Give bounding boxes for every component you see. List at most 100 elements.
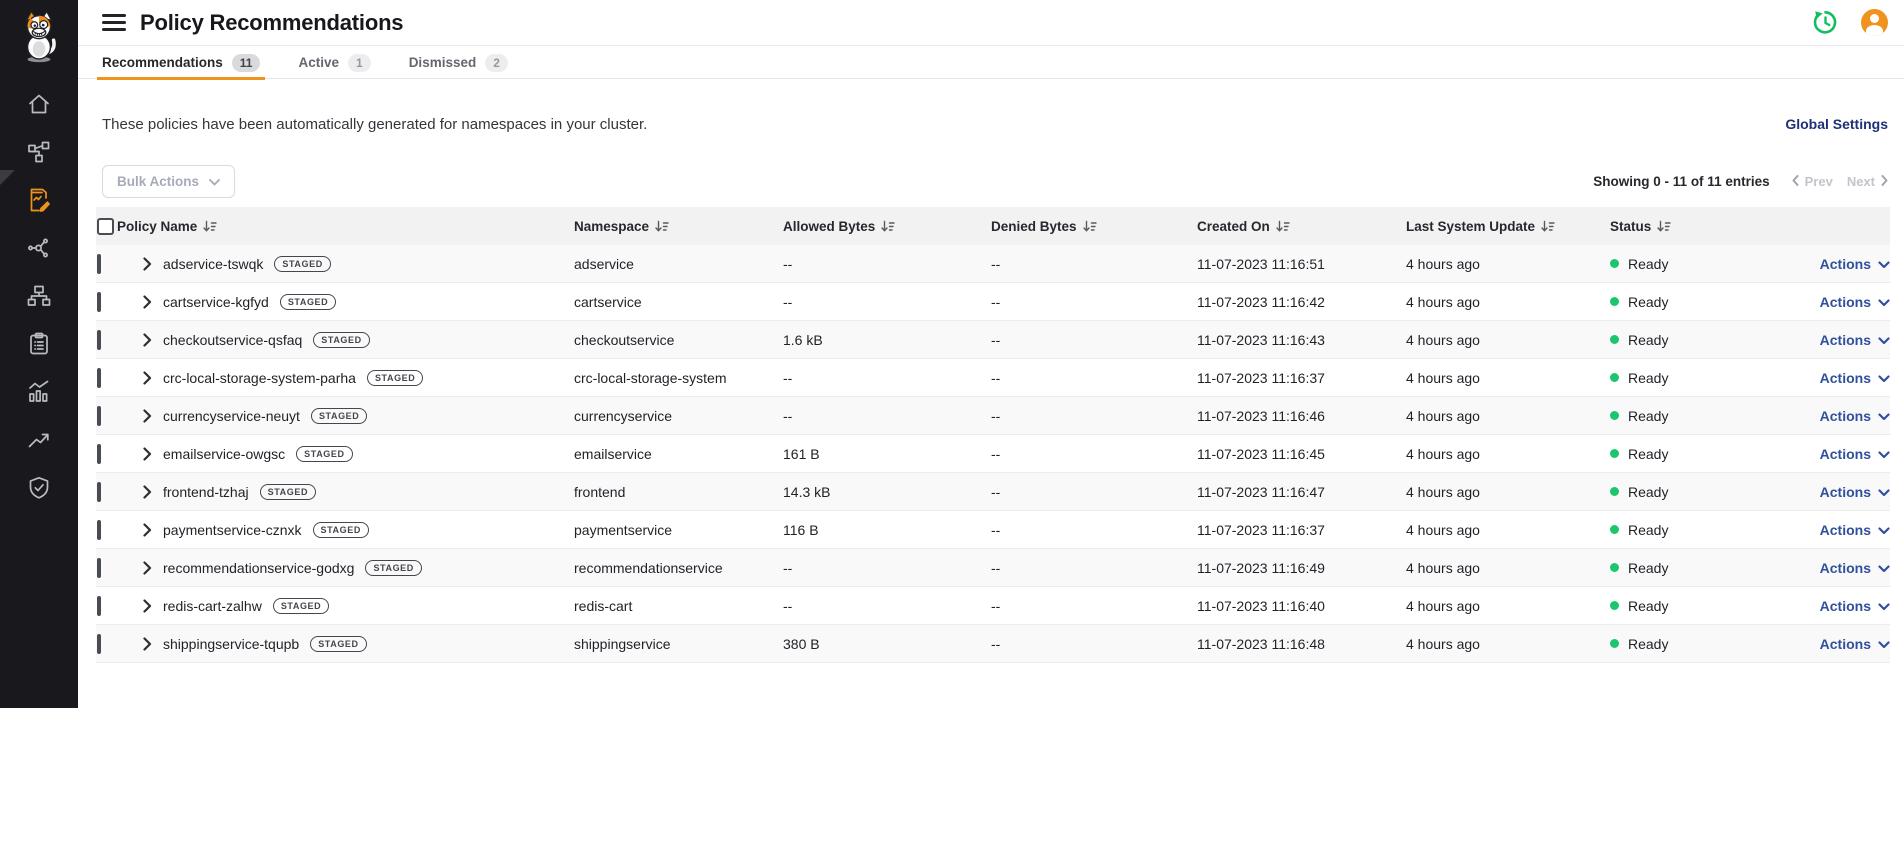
actions-menu-button[interactable]: Actions	[1820, 598, 1890, 614]
policy-name[interactable]: paymentservice-cznxk	[163, 522, 302, 538]
column-header-policy-name[interactable]: Policy Name	[117, 219, 197, 234]
tab-active[interactable]: Active 1	[298, 47, 370, 79]
expand-row-icon[interactable]	[143, 409, 152, 423]
actions-menu-button[interactable]: Actions	[1820, 370, 1890, 386]
row-checkbox[interactable]	[97, 368, 101, 388]
row-checkbox[interactable]	[97, 330, 101, 350]
namespace-cell: shippingservice	[574, 636, 783, 652]
policy-name[interactable]: shippingservice-tqupb	[163, 636, 299, 652]
row-checkbox[interactable]	[97, 292, 101, 312]
row-checkbox[interactable]	[97, 634, 101, 654]
actions-menu-button[interactable]: Actions	[1820, 332, 1890, 348]
sidebar-item-home[interactable]	[0, 82, 78, 130]
expand-row-icon[interactable]	[143, 561, 152, 575]
chevron-down-icon	[1878, 294, 1890, 310]
prev-page-button[interactable]: Prev	[1792, 174, 1833, 189]
global-settings-link[interactable]: Global Settings	[1785, 116, 1888, 132]
expand-row-icon[interactable]	[143, 485, 152, 499]
sidebar-item-trend[interactable]	[0, 418, 78, 466]
actions-menu-button[interactable]: Actions	[1820, 522, 1890, 538]
policy-name[interactable]: checkoutservice-qsfaq	[163, 332, 302, 348]
status-dot	[1610, 639, 1619, 648]
actions-menu-button[interactable]: Actions	[1820, 560, 1890, 576]
sort-icon[interactable]	[881, 220, 895, 233]
sort-icon[interactable]	[1083, 220, 1097, 233]
policy-name[interactable]: frontend-tzhaj	[163, 484, 249, 500]
row-checkbox[interactable]	[97, 596, 101, 616]
status-dot	[1610, 259, 1619, 268]
column-header-last-system-update[interactable]: Last System Update	[1406, 219, 1535, 234]
actions-menu-button[interactable]: Actions	[1820, 636, 1890, 652]
actions-menu-button[interactable]: Actions	[1820, 484, 1890, 500]
row-checkbox[interactable]	[97, 520, 101, 540]
column-header-created-on[interactable]: Created On	[1197, 219, 1270, 234]
sidebar-item-policy-recommendations[interactable]	[0, 178, 78, 226]
tab-dismissed[interactable]: Dismissed 2	[409, 47, 508, 79]
column-header-allowed-bytes[interactable]: Allowed Bytes	[783, 219, 875, 234]
sidebar-item-service-graph[interactable]	[0, 130, 78, 178]
sort-icon[interactable]	[1276, 220, 1290, 233]
staged-badge: STAGED	[280, 294, 336, 310]
created-on-cell: 11-07-2023 11:16:37	[1197, 370, 1406, 386]
chevron-down-icon	[1878, 370, 1890, 386]
cat-logo[interactable]	[0, 0, 78, 72]
sidebar-item-network-tree[interactable]	[0, 274, 78, 322]
actions-menu-button[interactable]: Actions	[1820, 446, 1890, 462]
expand-row-icon[interactable]	[143, 599, 152, 613]
policy-name[interactable]: adservice-tswqk	[163, 256, 263, 272]
sidebar-item-threat-defense[interactable]	[0, 466, 78, 514]
next-page-button[interactable]: Next	[1847, 174, 1888, 189]
expand-row-icon[interactable]	[143, 295, 152, 309]
column-header-denied-bytes[interactable]: Denied Bytes	[991, 219, 1077, 234]
tab-recommendations[interactable]: Recommendations 11	[102, 47, 260, 79]
policy-name[interactable]: cartservice-kgfyd	[163, 294, 269, 310]
hamburger-menu-icon[interactable]	[102, 14, 126, 31]
user-avatar-icon[interactable]	[1861, 9, 1888, 36]
actions-menu-button[interactable]: Actions	[1820, 294, 1890, 310]
actions-menu-button[interactable]: Actions	[1820, 256, 1890, 272]
sort-icon[interactable]	[655, 220, 669, 233]
column-header-status[interactable]: Status	[1610, 219, 1651, 234]
expand-row-icon[interactable]	[143, 257, 152, 271]
expand-row-icon[interactable]	[143, 333, 152, 347]
row-checkbox[interactable]	[97, 406, 101, 426]
last-update-cell: 4 hours ago	[1406, 446, 1610, 462]
row-checkbox[interactable]	[97, 558, 101, 578]
created-on-cell: 11-07-2023 11:16:46	[1197, 408, 1406, 424]
sidebar-item-stats[interactable]	[0, 370, 78, 418]
bulk-actions-button[interactable]: Bulk Actions	[102, 165, 235, 198]
expand-row-icon[interactable]	[143, 637, 152, 651]
sidebar-item-compliance-reports[interactable]	[0, 322, 78, 370]
last-update-cell: 4 hours ago	[1406, 408, 1610, 424]
sort-icon[interactable]	[1657, 220, 1671, 233]
history-restore-icon[interactable]	[1812, 9, 1839, 36]
table-row: shippingservice-tqupb STAGED shippingser…	[96, 625, 1890, 663]
policy-name[interactable]: redis-cart-zalhw	[163, 598, 262, 614]
status-text: Ready	[1628, 522, 1668, 538]
expand-row-icon[interactable]	[143, 371, 152, 385]
namespace-cell: crc-local-storage-system	[574, 370, 783, 386]
denied-bytes-cell: --	[991, 446, 1197, 462]
row-checkbox[interactable]	[97, 482, 101, 502]
created-on-cell: 11-07-2023 11:16:37	[1197, 522, 1406, 538]
select-all-checkbox[interactable]	[97, 218, 114, 235]
sort-icon[interactable]	[203, 220, 217, 233]
actions-menu-button[interactable]: Actions	[1820, 408, 1890, 424]
row-checkbox[interactable]	[97, 444, 101, 464]
table-row: frontend-tzhaj STAGED frontend 14.3 kB -…	[96, 473, 1890, 511]
column-header-namespace[interactable]: Namespace	[574, 219, 649, 234]
row-checkbox[interactable]	[97, 254, 101, 274]
policy-name[interactable]: recommendationservice-godxg	[163, 560, 354, 576]
allowed-bytes-cell: --	[783, 560, 991, 576]
policy-name[interactable]: emailservice-owgsc	[163, 446, 285, 462]
expand-row-icon[interactable]	[143, 447, 152, 461]
sort-icon[interactable]	[1541, 220, 1555, 233]
sidebar-item-connections[interactable]	[0, 226, 78, 274]
policy-name[interactable]: crc-local-storage-system-parha	[163, 370, 356, 386]
last-update-cell: 4 hours ago	[1406, 332, 1610, 348]
compliance-reports-icon	[26, 331, 52, 362]
policy-name[interactable]: currencyservice-neuyt	[163, 408, 300, 424]
chevron-down-icon	[1878, 484, 1890, 500]
trend-arrow-icon	[26, 427, 52, 458]
expand-row-icon[interactable]	[143, 523, 152, 537]
